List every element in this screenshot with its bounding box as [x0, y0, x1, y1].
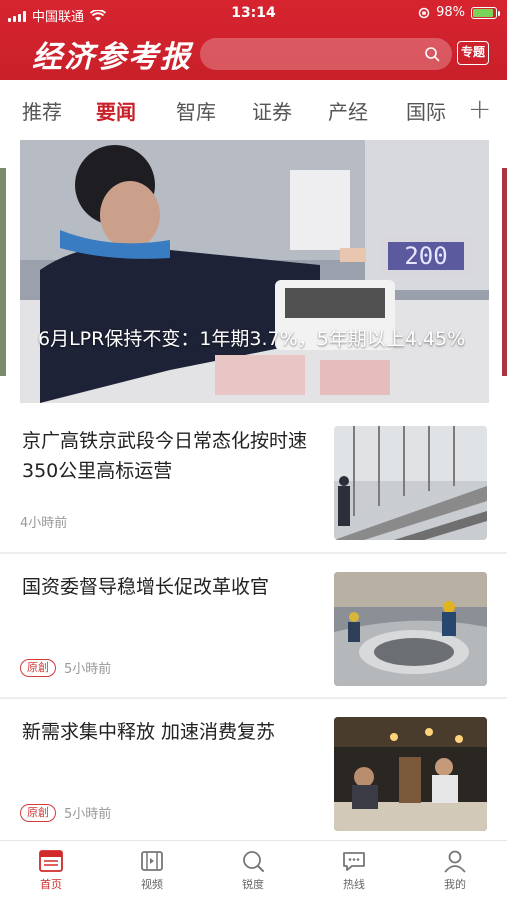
nav-home[interactable]: 首页	[21, 849, 81, 892]
plus-icon[interactable]: +	[468, 92, 491, 125]
original-badge: 原創	[20, 803, 56, 822]
topic-button[interactable]: 专题	[457, 41, 489, 65]
news-item[interactable]: 国资委督导稳增长促改革收官 原創 5小時前	[0, 552, 507, 697]
bottom-nav: 首页 视频 锐度 热线 我的	[0, 840, 507, 900]
orientation-lock-icon	[418, 7, 430, 18]
news-icon	[39, 850, 63, 872]
news-title[interactable]: 京广高铁京武段今日常态化按时速350公里高标运营	[22, 426, 317, 486]
search-icon	[243, 851, 264, 872]
hero-banner[interactable]: 200 6月LPR保持不变：1年期3.7%，5年期以上4.45%	[20, 140, 489, 403]
original-badge: 原創	[20, 658, 56, 677]
tab-recommend[interactable]: 推荐	[22, 96, 62, 125]
news-title[interactable]: 国资委督导稳增长促改革收官	[22, 572, 317, 602]
battery-percent: 98%	[436, 5, 465, 20]
hero-image: 200	[20, 140, 489, 403]
nav-label: 热线	[343, 878, 365, 891]
news-thumbnail[interactable]	[334, 426, 487, 540]
tab-securities[interactable]: 证券	[252, 96, 292, 125]
video-icon	[141, 851, 163, 871]
app-header: 中国联通 13:14 98% 经济参考报 专题	[0, 0, 507, 80]
nav-video[interactable]: 视频	[122, 849, 182, 892]
brand-logo[interactable]: 经济参考报	[32, 32, 192, 76]
user-icon	[444, 850, 466, 873]
tab-headlines[interactable]: 要闻	[96, 96, 136, 125]
counter-display: 200	[404, 242, 447, 270]
search-icon[interactable]	[424, 46, 440, 62]
news-thumbnail[interactable]	[334, 717, 487, 831]
nav-label: 我的	[444, 878, 466, 891]
tab-industry[interactable]: 产经	[328, 96, 368, 125]
status-bar: 中国联通 13:14 98%	[0, 0, 507, 28]
nav-profile[interactable]: 我的	[425, 849, 485, 892]
news-time: 5小時前	[64, 662, 112, 677]
channel-tabs: 推荐 要闻 智库 证券 产经 国际 +	[0, 80, 507, 136]
nav-ruidu[interactable]: 锐度	[223, 849, 283, 892]
news-time: 5小時前	[64, 807, 112, 822]
nav-label: 锐度	[242, 878, 264, 891]
chat-icon	[343, 852, 365, 871]
carousel-prev-peek[interactable]	[0, 168, 6, 376]
tab-international[interactable]: 国际	[406, 96, 446, 125]
tab-think-tank[interactable]: 智库	[176, 96, 216, 125]
carousel-next-peek[interactable]	[502, 168, 507, 376]
news-item[interactable]: 京广高铁京武段今日常态化按时速350公里高标运营 4小時前	[0, 406, 507, 551]
search-input[interactable]	[200, 38, 452, 70]
nav-label: 首页	[40, 878, 62, 891]
nav-label: 视频	[141, 878, 163, 891]
news-item[interactable]: 新需求集中释放 加速消费复苏 原創 5小時前	[0, 697, 507, 842]
news-time: 4小時前	[20, 516, 68, 531]
news-title[interactable]: 新需求集中释放 加速消费复苏	[22, 717, 317, 747]
news-thumbnail[interactable]	[334, 572, 487, 686]
nav-hotline[interactable]: 热线	[324, 849, 384, 892]
hero-caption[interactable]: 6月LPR保持不变：1年期3.7%，5年期以上4.45%	[38, 322, 478, 357]
battery-icon	[471, 6, 500, 19]
